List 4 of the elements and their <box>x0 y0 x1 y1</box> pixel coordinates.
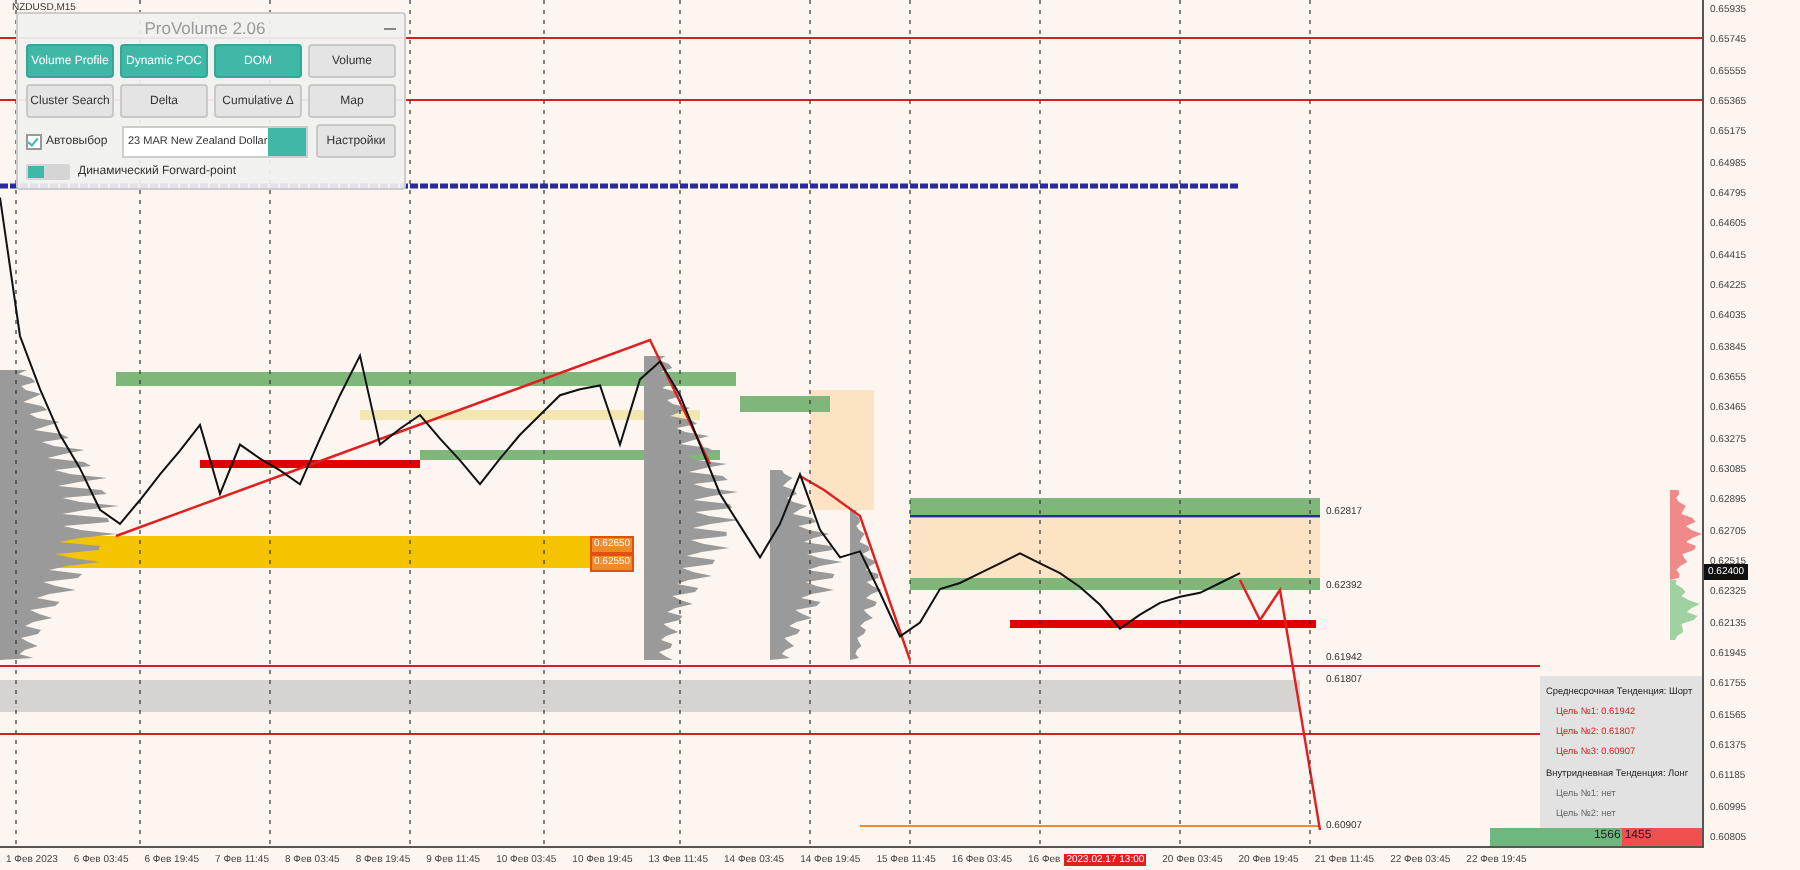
panel-title: ProVolume 2.06 <box>142 18 268 38</box>
minimize-icon[interactable] <box>384 27 396 29</box>
checkbox[interactable] <box>26 133 42 149</box>
toggle-switch[interactable] <box>26 164 70 180</box>
